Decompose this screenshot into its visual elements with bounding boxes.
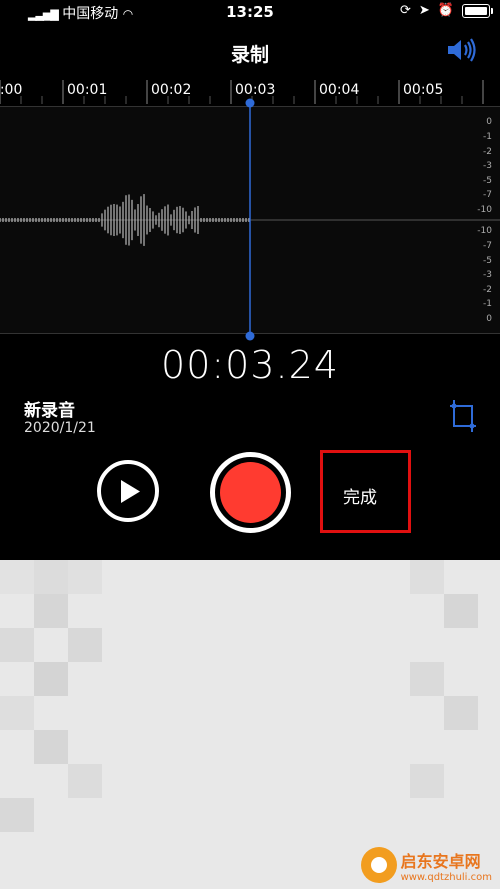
trim-icon[interactable]	[448, 398, 478, 434]
status-icons: ⟳ ➤ ⏰	[400, 3, 493, 18]
play-icon	[121, 480, 140, 503]
db-label: -3	[483, 161, 492, 171]
blurred-background: 启东安卓网 www.qdtzhuli.com	[0, 560, 500, 889]
tick-label: 00:02	[151, 82, 192, 98]
page-title: 录制	[230, 44, 269, 66]
status-bar: ▂▃▅▇ 中国移动 ◠ 13:25 ⟳ ➤ ⏰	[0, 0, 500, 26]
db-label: -7	[483, 190, 492, 200]
db-label: -2	[483, 285, 492, 295]
db-label: -3	[483, 270, 492, 280]
db-label: -7	[483, 241, 492, 251]
db-label: -10	[477, 226, 492, 236]
playhead-bottom-handle[interactable]	[245, 331, 255, 341]
db-label: -5	[483, 176, 492, 186]
tick-label: 00:01	[67, 82, 108, 98]
watermark-brand: 启东安卓网	[400, 851, 481, 871]
done-label: 完成	[343, 488, 377, 508]
rotation-lock-icon: ⟳	[400, 3, 411, 18]
done-button[interactable]: 完成	[320, 450, 411, 533]
recording-name[interactable]: 新录音	[24, 396, 75, 421]
db-label: -1	[483, 299, 492, 309]
location-icon: ➤	[418, 3, 430, 18]
db-label: 0	[486, 314, 492, 324]
watermark: 启东安卓网 www.qdtzhuli.com	[360, 847, 492, 883]
record-button[interactable]	[210, 452, 291, 533]
db-label: -2	[483, 147, 492, 157]
db-label: 0	[486, 117, 492, 127]
speaker-icon[interactable]	[446, 36, 478, 64]
db-label: -10	[477, 205, 492, 215]
playhead-top-handle[interactable]	[245, 98, 255, 108]
tick-label: 00:04	[319, 82, 360, 98]
alarm-icon: ⏰	[437, 3, 454, 18]
play-button[interactable]	[97, 460, 159, 522]
db-label: -1	[483, 132, 492, 142]
recording-date: 2020/1/21	[24, 420, 96, 436]
watermark-url: www.qdtzhuli.com	[400, 871, 492, 883]
elapsed-time: 00:03.24	[161, 343, 339, 387]
playhead[interactable]	[243, 96, 257, 342]
battery-icon	[462, 3, 493, 18]
watermark-logo-icon	[360, 847, 397, 883]
db-label: -5	[483, 256, 492, 266]
record-icon	[220, 462, 281, 523]
tick-label: 00:05	[403, 82, 444, 98]
tick-label: 00:00	[0, 82, 23, 98]
